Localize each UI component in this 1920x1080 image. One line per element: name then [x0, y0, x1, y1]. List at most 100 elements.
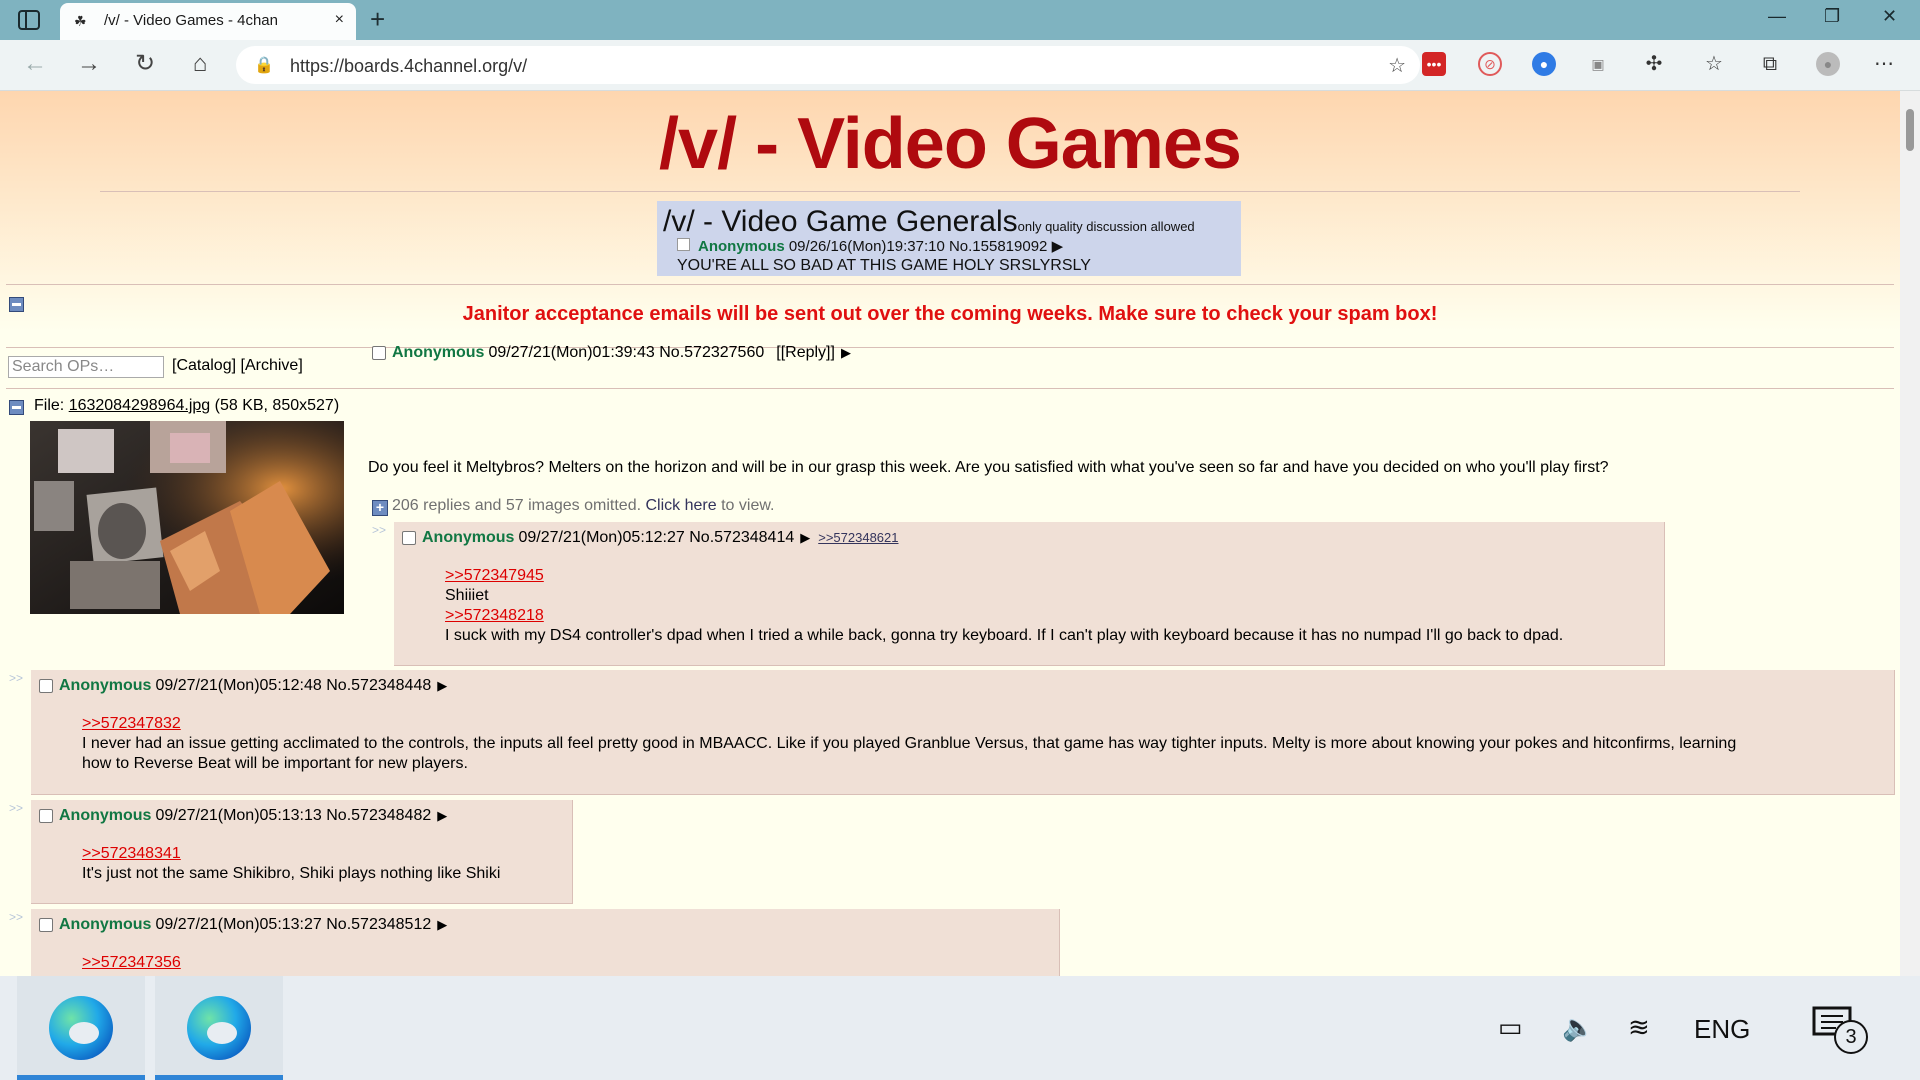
extension-blocker-icon[interactable]: ⊘: [1478, 52, 1502, 76]
reply-post: Anonymous 09/27/21(Mon)05:12:27 No.572348…: [394, 522, 1665, 666]
archive-link[interactable]: Archive: [245, 357, 298, 374]
reply-backlink[interactable]: >>572348621: [818, 530, 898, 545]
more-menu-icon[interactable]: ⋯: [1872, 52, 1896, 76]
reply-select-checkbox[interactable]: [39, 678, 53, 693]
op-poster-name: Anonymous: [392, 344, 485, 361]
page-scrollbar[interactable]: [1900, 91, 1920, 976]
op-thumbnail-image[interactable]: [30, 421, 344, 614]
taskbar-edge-app[interactable]: [17, 976, 145, 1080]
reply-side-arrow: >>: [9, 671, 24, 685]
divider: [6, 388, 1894, 389]
file-label: File:: [34, 397, 65, 414]
divider: [6, 347, 1894, 348]
profile-avatar-icon[interactable]: ●: [1816, 52, 1840, 76]
reply-menu-arrow-icon[interactable]: ▶: [437, 678, 447, 693]
banner-poster: Anonymous: [698, 238, 785, 255]
volume-icon[interactable]: 🔈: [1562, 1012, 1594, 1043]
quote-link[interactable]: >>572348218: [445, 607, 544, 625]
reply-side-arrow: >>: [9, 910, 24, 924]
edge-browser-icon: [49, 996, 113, 1060]
reply-select-checkbox[interactable]: [39, 917, 53, 932]
extension-cube-icon[interactable]: ▣: [1586, 52, 1610, 76]
language-indicator[interactable]: ENG: [1694, 1014, 1750, 1045]
wifi-icon[interactable]: ≋: [1628, 1012, 1650, 1043]
url-text[interactable]: https://boards.4channel.org/v/: [290, 56, 527, 77]
post-text: I suck with my DS4 controller's dpad whe…: [445, 627, 1564, 644]
board-banner[interactable]: /v/ - Video Game Generalsonly quality di…: [657, 201, 1241, 276]
to-view-text: to view.: [721, 497, 775, 514]
extension-circle-icon[interactable]: ●: [1532, 52, 1556, 76]
reply-menu-arrow-icon[interactable]: ▶: [437, 917, 447, 932]
reply-post-info: Anonymous 09/27/21(Mon)05:12:48 No.572348…: [39, 677, 447, 695]
op-select-checkbox[interactable]: [372, 345, 386, 360]
favorites-icon[interactable]: ☆: [1702, 52, 1726, 76]
extension-password-icon[interactable]: •••: [1422, 52, 1446, 76]
new-tab-button[interactable]: +: [370, 4, 385, 35]
board-title: /v/ - Video Games: [659, 104, 1242, 184]
notification-center-icon[interactable]: 3: [1812, 1006, 1868, 1054]
reply-number[interactable]: No.572348414: [689, 529, 794, 546]
sidebar-toggle-icon[interactable]: [18, 10, 40, 30]
quote-link[interactable]: >>572348341: [82, 845, 181, 863]
minimize-window-icon[interactable]: —: [1768, 6, 1786, 27]
reply-datetime: 09/27/21(Mon)05:13:27: [155, 916, 322, 933]
file-info: File: 1632084298964.jpg (58 KB, 850x527): [34, 397, 339, 415]
collections-icon[interactable]: ⧉: [1758, 52, 1782, 76]
close-window-icon[interactable]: ✕: [1882, 6, 1897, 27]
quote-link[interactable]: >>572347945: [445, 567, 544, 585]
forward-arrow-icon[interactable]: →: [74, 49, 104, 79]
reply-post-info: Anonymous 09/27/21(Mon)05:12:27 No.572348…: [402, 529, 899, 547]
reply-post-info: Anonymous 09/27/21(Mon)05:13:13 No.572348…: [39, 807, 447, 825]
tab-title: /v/ - Video Games - 4chan: [104, 12, 278, 29]
edge-browser-icon: [187, 996, 251, 1060]
navigation-bar: ← → ↻ ⌂ 🔒 https://boards.4channel.org/v/…: [0, 40, 1920, 91]
quote-link[interactable]: >>572347356: [82, 954, 181, 972]
op-menu-arrow-icon[interactable]: ▶: [841, 345, 851, 360]
banner-body: YOU'RE ALL SO BAD AT THIS GAME HOLY SRSL…: [677, 257, 1091, 274]
reply-number[interactable]: No.572348448: [326, 677, 431, 694]
back-arrow-icon[interactable]: ←: [20, 49, 50, 79]
banner-meta: 09/26/16(Mon)19:37:10 No.155819092: [788, 238, 1048, 255]
op-number[interactable]: No.572327560: [659, 344, 764, 361]
browser-tab[interactable]: ☘ /v/ - Video Games - 4chan ×: [60, 3, 356, 40]
extensions-puzzle-icon[interactable]: ✣: [1642, 52, 1666, 76]
reply-select-checkbox[interactable]: [402, 530, 416, 545]
close-tab-icon[interactable]: ×: [335, 11, 344, 29]
reply-poster-name: Anonymous: [59, 916, 152, 933]
restore-window-icon[interactable]: ❐: [1824, 6, 1840, 27]
reply-post: Anonymous 09/27/21(Mon)05:13:13 No.572348…: [31, 800, 573, 904]
reply-datetime: 09/27/21(Mon)05:12:48: [155, 677, 322, 694]
catalog-link[interactable]: Catalog: [176, 357, 231, 374]
reply-poster-name: Anonymous: [422, 529, 515, 546]
op-datetime: 09/27/21(Mon)01:39:43: [488, 344, 655, 361]
reply-menu-arrow-icon[interactable]: ▶: [437, 808, 447, 823]
address-bar[interactable]: 🔒 https://boards.4channel.org/v/ ☆: [236, 46, 1420, 84]
refresh-icon[interactable]: ↻: [130, 49, 160, 79]
board-nav: [Catalog] [Archive]: [172, 357, 303, 374]
reply-datetime: 09/27/21(Mon)05:12:27: [518, 529, 685, 546]
hide-thread-icon[interactable]: [9, 400, 24, 415]
scrollbar-thumb[interactable]: [1906, 109, 1914, 151]
expand-thread-icon[interactable]: +: [372, 500, 388, 516]
taskbar-edge-app[interactable]: [155, 976, 283, 1080]
op-post-info: Anonymous 09/27/21(Mon)01:39:43 No.572327…: [372, 344, 851, 362]
click-here-link[interactable]: Click here: [646, 497, 717, 514]
reply-select-checkbox[interactable]: [39, 808, 53, 823]
home-icon[interactable]: ⌂: [185, 49, 215, 79]
reply-number[interactable]: No.572348512: [326, 916, 431, 933]
battery-icon[interactable]: ▭: [1498, 1012, 1523, 1043]
op-reply-link[interactable]: [Reply]: [781, 344, 831, 361]
banner-subtitle: only quality discussion allowed: [1017, 219, 1195, 234]
reply-number[interactable]: No.572348482: [326, 807, 431, 824]
reply-menu-arrow-icon[interactable]: ▶: [800, 530, 810, 545]
reply-poster-name: Anonymous: [59, 677, 152, 694]
search-ops-input[interactable]: Search OPs…: [8, 356, 164, 378]
quote-link[interactable]: >>572347832: [82, 715, 181, 733]
taskbar: ▭ 🔈 ≋ ENG 3: [0, 976, 1920, 1080]
add-favorite-icon[interactable]: ☆: [1388, 53, 1406, 78]
file-name-link[interactable]: 1632084298964.jpg: [69, 397, 210, 414]
notification-count: 3: [1834, 1020, 1868, 1054]
divider: [100, 191, 1800, 192]
file-meta: (58 KB, 850x527): [214, 397, 340, 414]
lock-icon[interactable]: 🔒: [254, 55, 274, 75]
